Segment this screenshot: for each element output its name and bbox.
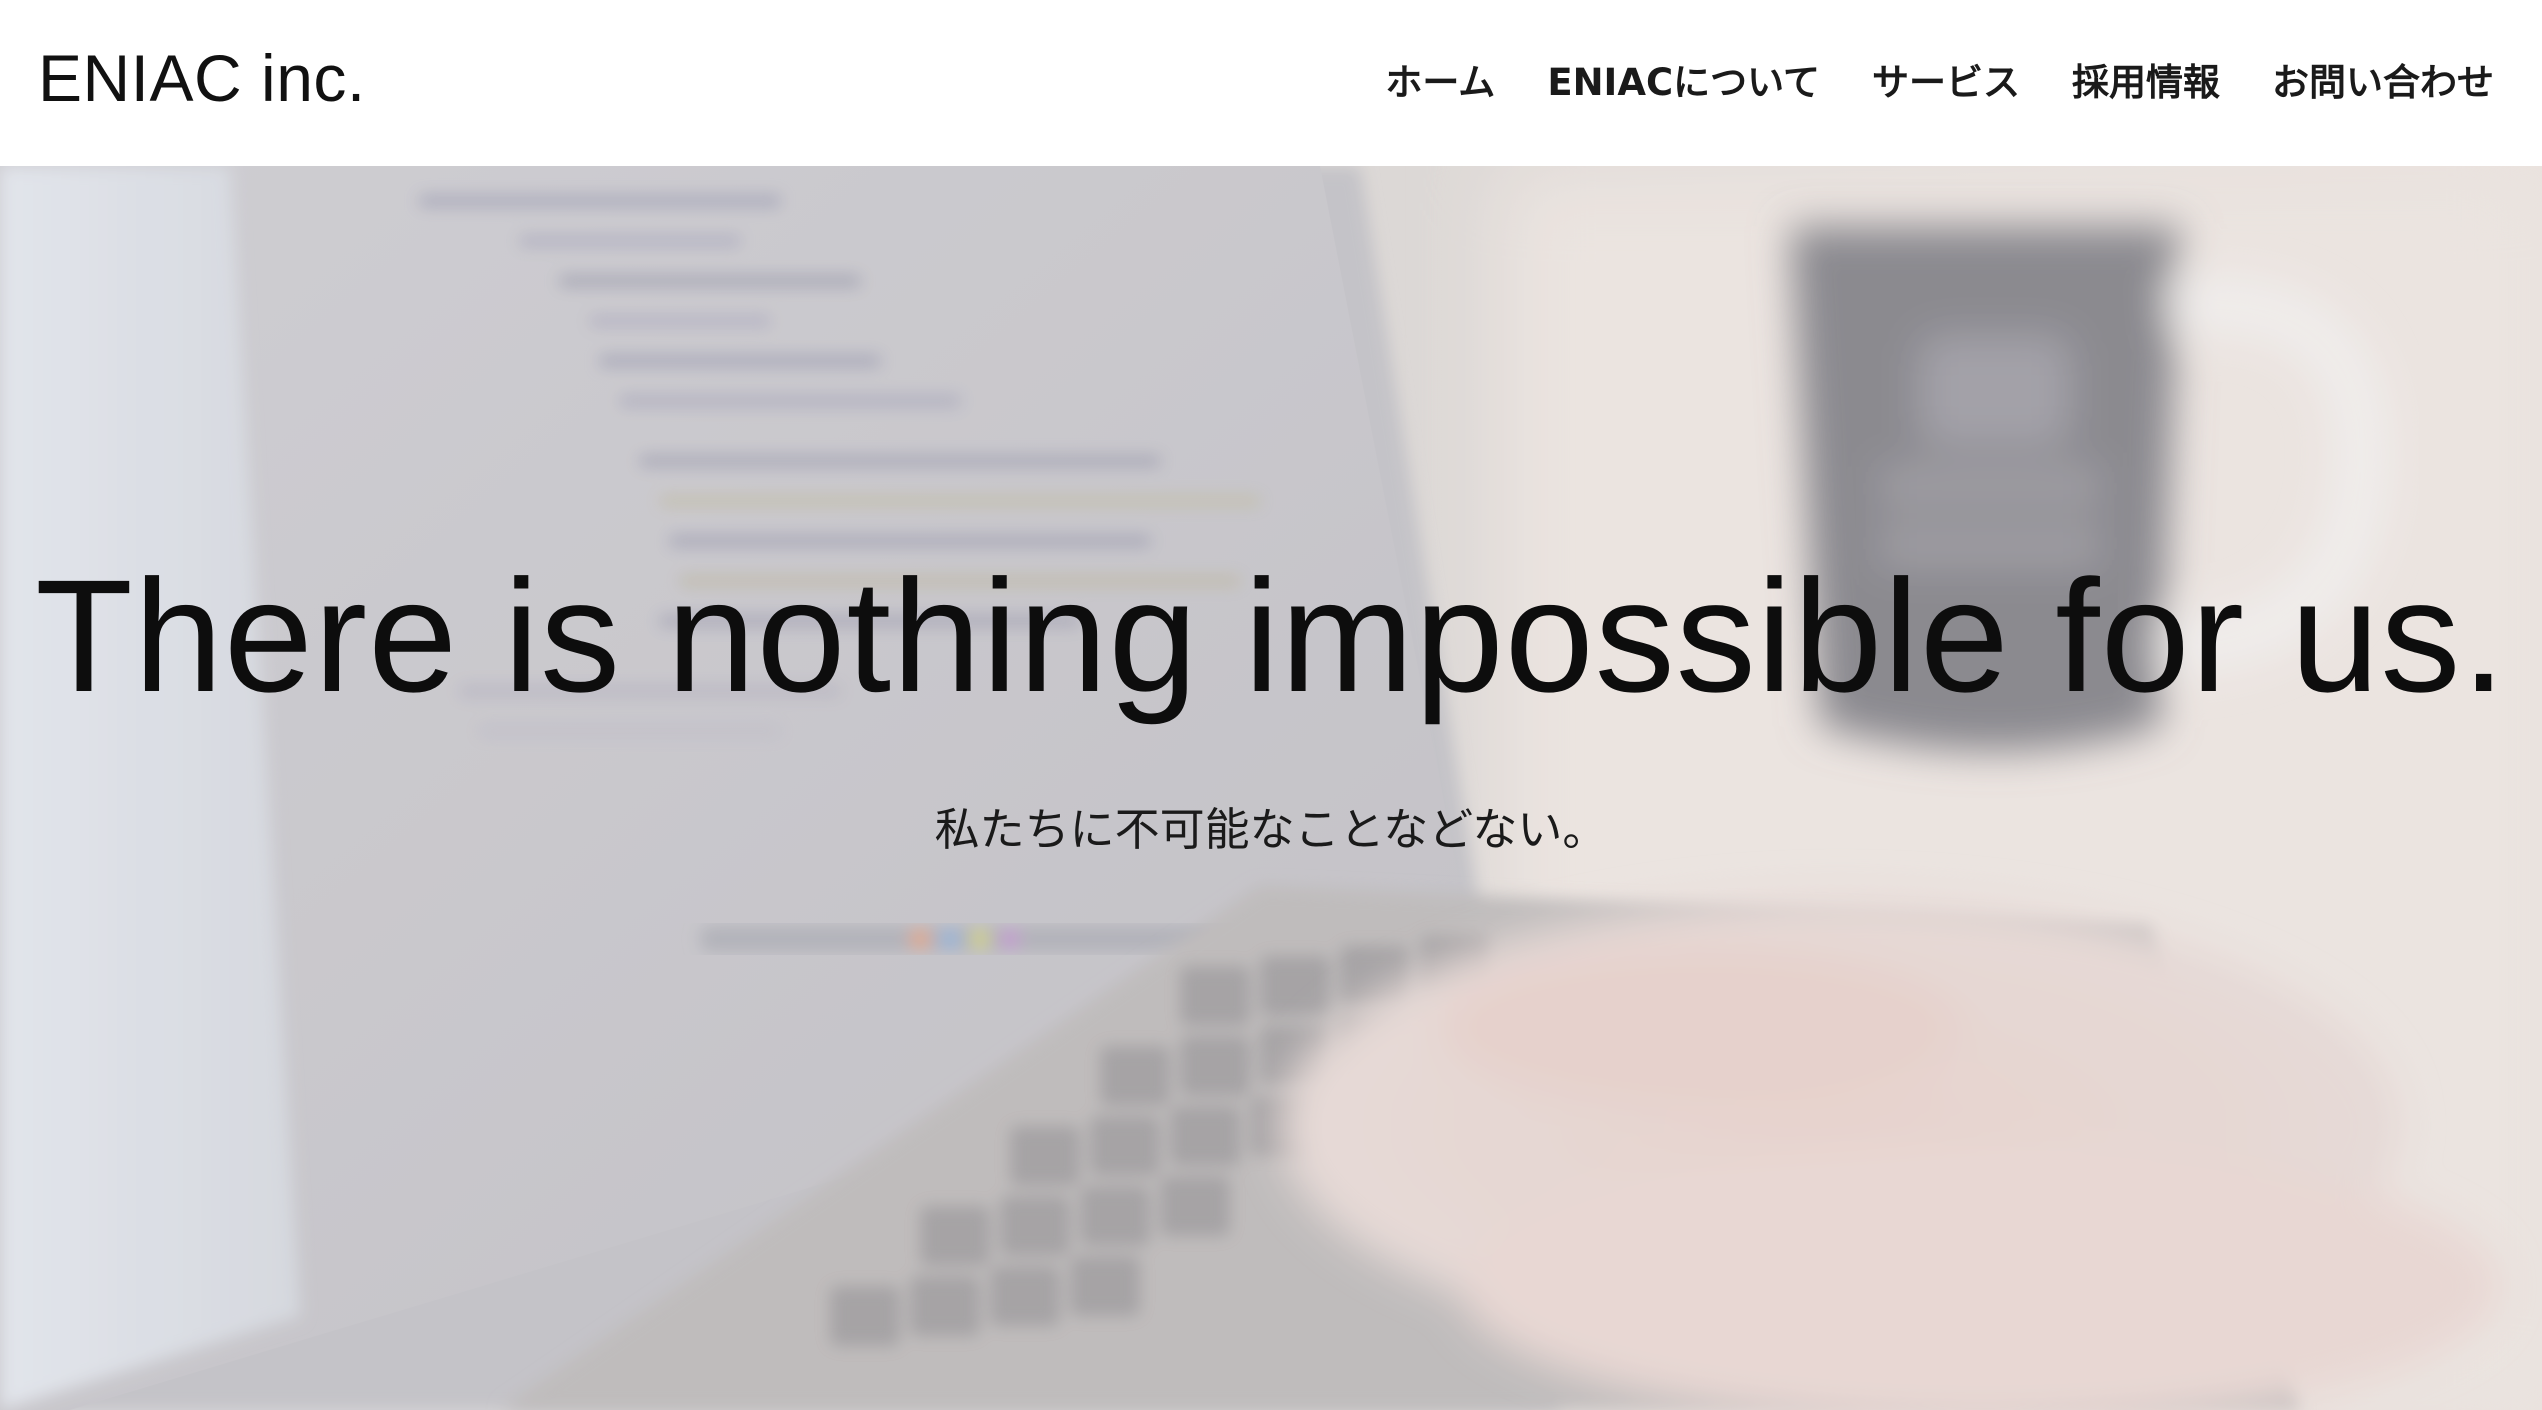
- hero-title: There is nothing impossible for us.: [35, 546, 2507, 725]
- hero-overlay: [0, 166, 2542, 1410]
- hero-subtitle: 私たちに不可能なことなどない。: [934, 803, 1608, 856]
- site-logo[interactable]: ENIAC inc.: [38, 36, 366, 120]
- nav-about[interactable]: ENIACについて: [1547, 52, 1820, 106]
- nav-home[interactable]: ホーム: [1385, 52, 1495, 106]
- hero-section: There is nothing impossible for us. 私たちに…: [0, 166, 2542, 1410]
- nav-recruit[interactable]: 採用情報: [2072, 52, 2220, 106]
- nav-services[interactable]: サービス: [1872, 52, 2020, 106]
- nav-contact[interactable]: お問い合わせ: [2272, 52, 2494, 106]
- global-nav: ホーム ENIACについて サービス 採用情報 お問い合わせ: [1385, 44, 2494, 114]
- site-header: ENIAC inc. ホーム ENIACについて サービス 採用情報 お問い合わ…: [0, 0, 2542, 166]
